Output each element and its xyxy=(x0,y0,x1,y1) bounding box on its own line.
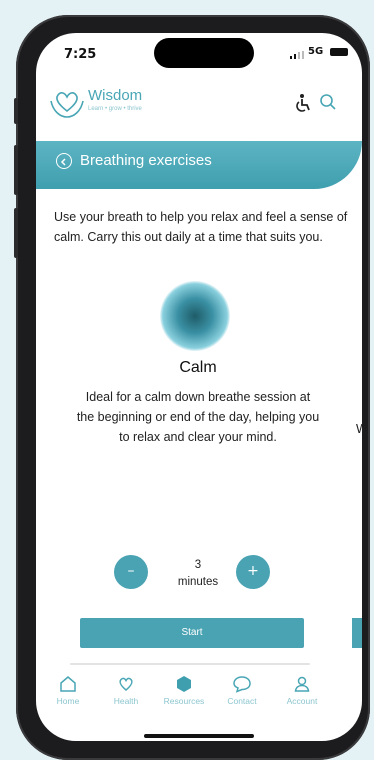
increase-duration-button[interactable]: + xyxy=(236,555,270,589)
nav-label-account: Account xyxy=(286,696,318,706)
volume-down-button xyxy=(14,208,18,258)
duration-display: 3 minutes xyxy=(168,557,228,591)
breathing-orb xyxy=(160,281,230,351)
start-button[interactable]: Start xyxy=(80,618,304,648)
page-title-banner: Breathing exercises xyxy=(36,141,362,189)
volume-up-button xyxy=(14,145,18,195)
nav-item-contact[interactable]: Contact xyxy=(212,669,272,706)
app-tagline: Learn • grow • thrive xyxy=(88,106,142,112)
next-card-peek-text: W xyxy=(356,422,362,436)
duration-value: 3 xyxy=(194,559,202,571)
silent-switch xyxy=(14,98,18,124)
nav-label-home: Home xyxy=(56,696,80,706)
nav-item-home[interactable]: Home xyxy=(38,669,98,706)
app-name: Wisdom xyxy=(88,87,143,104)
accessibility-icon[interactable] xyxy=(294,93,312,113)
resources-icon xyxy=(177,676,191,692)
nav-item-resources[interactable]: Resources xyxy=(154,669,214,706)
nav-item-health[interactable]: Health xyxy=(96,669,156,706)
nav-item-account[interactable]: Account xyxy=(272,669,332,706)
chevron-left-icon xyxy=(60,158,66,166)
home-indicator xyxy=(144,734,254,738)
wisdom-logo-icon[interactable] xyxy=(48,85,86,121)
app-header: Wisdom Learn • grow • thrive xyxy=(36,79,362,135)
heart-icon xyxy=(119,677,133,691)
signal-icon xyxy=(290,51,304,59)
status-bar: 7:25 5G xyxy=(36,33,362,79)
status-time: 7:25 xyxy=(64,47,97,62)
page-title: Breathing exercises xyxy=(80,152,212,169)
chat-icon xyxy=(233,676,251,693)
screen: 7:25 5G Wisdom Learn • grow • thrive Bre… xyxy=(36,33,362,741)
battery-icon xyxy=(330,48,348,56)
decrease-duration-button[interactable]: – xyxy=(114,555,148,589)
nav-label-health: Health xyxy=(113,696,139,706)
home-icon xyxy=(60,676,76,692)
duration-unit: minutes xyxy=(177,576,219,588)
card-divider xyxy=(70,663,310,665)
bottom-nav: Home Health Resources Contact Account xyxy=(36,669,362,741)
nav-label-resources: Resources xyxy=(163,696,205,706)
back-icon[interactable] xyxy=(56,153,72,169)
intro-text: Use your breath to help you relax and fe… xyxy=(54,210,348,244)
network-label: 5G xyxy=(308,46,324,57)
exercise-title: Calm xyxy=(179,359,217,376)
search-icon[interactable] xyxy=(319,93,337,111)
exercise-card: Calm Ideal for a calm down breathe sessi… xyxy=(66,271,330,631)
next-card-peek-button[interactable] xyxy=(352,618,362,648)
dynamic-island xyxy=(154,38,254,68)
exercise-description: Ideal for a calm down breathe session at… xyxy=(76,390,320,444)
nav-label-contact: Contact xyxy=(227,696,257,706)
person-icon xyxy=(294,676,310,692)
